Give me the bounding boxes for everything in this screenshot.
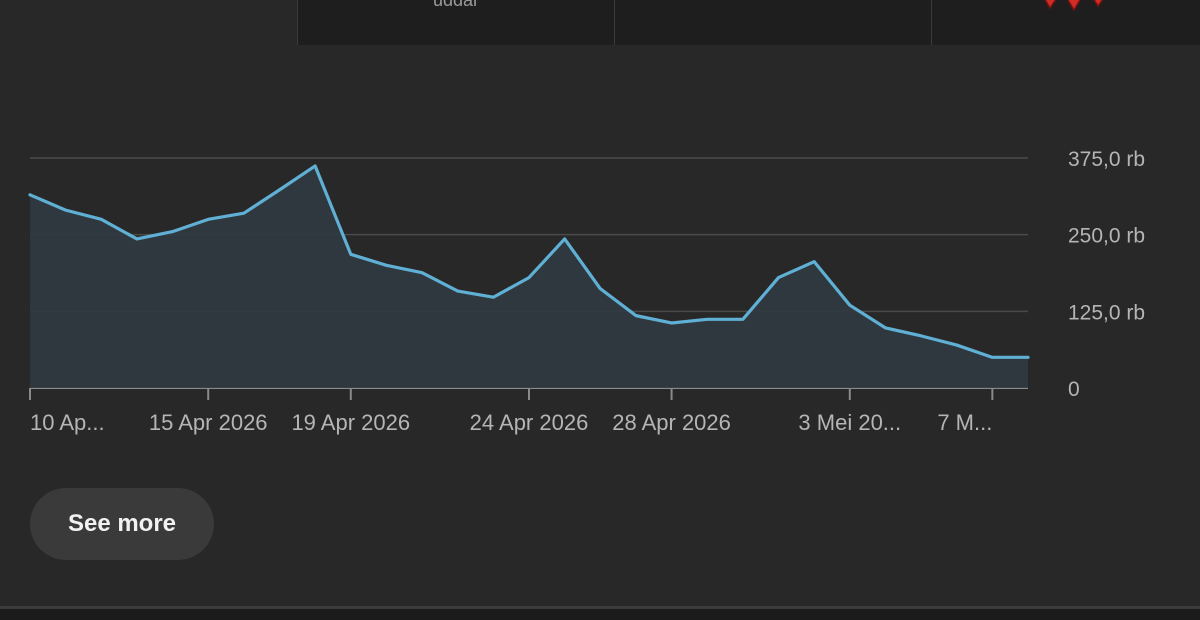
analytics-panel: uddar 0 125,0 rb 250,0 rb 375,0 rb 10 Ap... 1… — [0, 0, 1200, 620]
see-more-button[interactable]: See more — [30, 488, 214, 560]
views-chart-svg: 0 125,0 rb 250,0 rb 375,0 rb 10 Ap... 15 Apr … — [28, 148, 1145, 435]
top-tab-1-label: uddar — [432, 0, 480, 10]
y-tick-label-3: 375,0 rb — [1068, 148, 1145, 171]
top-tab-2[interactable] — [614, 0, 931, 45]
x-tick-label-2: 19 Apr 2026 — [291, 410, 410, 435]
y-tick-label-1: 125,0 rb — [1068, 301, 1145, 324]
x-tick-label-6: 7 M... — [937, 410, 992, 435]
y-tick-label-2: 250,0 rb — [1068, 225, 1145, 248]
red-logo-icon — [1044, 0, 1104, 12]
top-video-strip: uddar — [0, 0, 1200, 45]
red-logo-shape — [1044, 0, 1104, 12]
top-tab-1[interactable]: uddar — [297, 0, 614, 45]
top-tab-3[interactable] — [931, 0, 1200, 45]
x-tick-label-5: 3 Mei 20... — [798, 410, 901, 435]
views-chart: 0 125,0 rb 250,0 rb 375,0 rb 10 Ap... 15 Apr … — [0, 130, 1200, 450]
y-tick-label-0: 0 — [1068, 378, 1080, 401]
x-tick-label-1: 15 Apr 2026 — [149, 410, 268, 435]
x-tick-label-3: 24 Apr 2026 — [470, 410, 589, 435]
x-tick-label-4: 28 Apr 2026 — [612, 410, 731, 435]
next-section-edge — [0, 609, 1200, 620]
x-tick-label-0: 10 Ap... — [30, 410, 105, 435]
